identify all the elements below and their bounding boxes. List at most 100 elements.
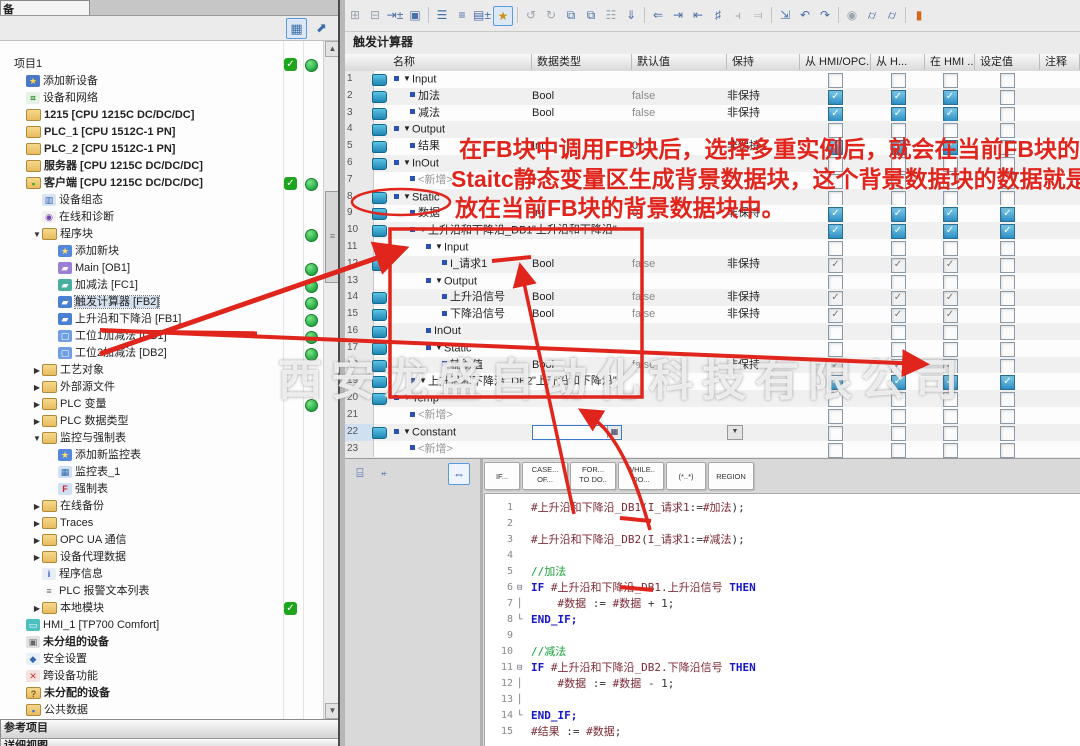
checkbox[interactable] bbox=[891, 191, 906, 206]
compare-online-icon[interactable]: ⌭ bbox=[863, 6, 881, 24]
comment-lines-icon[interactable]: ⫤ bbox=[749, 6, 767, 24]
member-name-cell[interactable]: ▼Static bbox=[388, 189, 538, 206]
add-row-icon[interactable]: ⊟ bbox=[366, 6, 384, 24]
default-value-cell[interactable]: 0 bbox=[632, 205, 727, 222]
chevron-down-icon[interactable]: ▼ bbox=[402, 424, 412, 441]
chevron-right-icon[interactable]: ▶ bbox=[32, 515, 42, 532]
retain-cell[interactable]: 非保持 bbox=[727, 138, 800, 155]
default-value-cell[interactable] bbox=[632, 373, 727, 390]
tree-item[interactable]: ▼程序块 bbox=[0, 226, 338, 243]
comment-cell[interactable] bbox=[1040, 390, 1080, 407]
tree-item[interactable]: ▶PLC 变量 bbox=[0, 396, 338, 413]
checkbox[interactable]: ✓ bbox=[828, 359, 843, 374]
tree-item[interactable]: ≡PLC 报警文本列表 bbox=[0, 583, 338, 600]
comment-cell[interactable] bbox=[1040, 88, 1080, 105]
checkbox[interactable] bbox=[1000, 275, 1015, 290]
table-row[interactable]: 17▼Static bbox=[345, 340, 1080, 358]
tree-item[interactable]: ▰Main [OB1] bbox=[0, 260, 338, 277]
member-name-cell[interactable]: <新增> bbox=[388, 407, 554, 424]
chevron-down-icon[interactable]: ▼ bbox=[402, 189, 412, 206]
tree-item[interactable]: 项目1✓ bbox=[0, 56, 326, 73]
comment-cell[interactable] bbox=[1040, 340, 1080, 357]
checkbox[interactable]: ✓ bbox=[943, 359, 958, 374]
table-row[interactable]: 22▼Constant▦▼ bbox=[345, 424, 1080, 442]
tree-item[interactable]: F强制表 bbox=[0, 481, 338, 498]
checkbox[interactable] bbox=[828, 73, 843, 88]
checkbox[interactable] bbox=[1000, 426, 1015, 441]
chevron-down-icon[interactable]: ▼ bbox=[402, 71, 412, 88]
table-row[interactable]: 11▼Input bbox=[345, 239, 1080, 257]
chevron-right-icon[interactable]: ▶ bbox=[32, 396, 42, 413]
data-type-cell[interactable]: "上升沿和下降沿" bbox=[532, 222, 632, 239]
comment-cell[interactable] bbox=[1040, 407, 1080, 424]
code-line[interactable]: 14└END_IF; bbox=[485, 708, 1080, 724]
checkbox[interactable] bbox=[943, 443, 958, 458]
checkbox[interactable]: ✓ bbox=[943, 140, 958, 155]
retain-cell[interactable]: 非保持 bbox=[727, 105, 800, 122]
comment-cell[interactable] bbox=[1040, 323, 1080, 340]
data-type-cell[interactable] bbox=[532, 155, 632, 172]
checkbox[interactable] bbox=[1000, 107, 1015, 122]
statement-tab[interactable]: (*..*) bbox=[666, 462, 706, 490]
checkbox[interactable] bbox=[828, 443, 843, 458]
checkbox[interactable]: ✓ bbox=[943, 207, 958, 222]
member-name-cell[interactable]: ▼上升沿和下降沿_DB2 bbox=[388, 373, 554, 390]
tree-item[interactable]: ▥设备组态 bbox=[0, 192, 338, 209]
retain-cell[interactable]: 非保持 bbox=[727, 357, 800, 374]
checkbox[interactable]: ✓ bbox=[828, 140, 843, 155]
comment-cell[interactable] bbox=[1040, 71, 1080, 88]
checkbox[interactable] bbox=[943, 275, 958, 290]
retain-cell[interactable] bbox=[727, 390, 800, 407]
chevron-down-icon[interactable]: ▼ bbox=[418, 222, 428, 239]
checkbox[interactable]: ✓ bbox=[828, 90, 843, 105]
code-line[interactable]: 8└END_IF; bbox=[485, 612, 1080, 628]
member-name-cell[interactable]: 数据 bbox=[388, 205, 554, 222]
default-value-cell[interactable] bbox=[632, 172, 727, 189]
checkbox[interactable] bbox=[891, 409, 906, 424]
data-type-cell[interactable]: Bool bbox=[532, 105, 632, 122]
checkbox[interactable] bbox=[891, 426, 906, 441]
retain-cell[interactable] bbox=[727, 373, 800, 390]
checkbox[interactable] bbox=[891, 342, 906, 357]
insert-row-icon[interactable]: ⊞ bbox=[346, 6, 364, 24]
member-name-cell[interactable]: ▼上升沿和下降沿_DB1 bbox=[388, 222, 554, 239]
default-value-cell[interactable] bbox=[632, 424, 727, 441]
protection-icon[interactable]: ▮ bbox=[910, 6, 928, 24]
tree-item[interactable]: ▰触发计算器 [FB2] bbox=[0, 294, 338, 311]
collapse-all-icon[interactable]: ≡ bbox=[453, 6, 471, 24]
copy-snapshot-icon[interactable]: ⧉ bbox=[562, 6, 580, 24]
checkbox[interactable] bbox=[943, 409, 958, 424]
checkbox[interactable] bbox=[828, 157, 843, 172]
chevron-down-icon[interactable]: ▼ bbox=[418, 373, 428, 390]
browse-icon[interactable]: ▦ bbox=[607, 426, 621, 438]
download-icon[interactable]: ⇓ bbox=[622, 6, 640, 24]
chevron-right-icon[interactable]: ▶ bbox=[32, 362, 42, 379]
checkbox[interactable] bbox=[828, 325, 843, 340]
retain-cell[interactable] bbox=[727, 71, 800, 88]
retain-cell[interactable]: 非保持 bbox=[727, 256, 800, 273]
watch-all-icon[interactable]: ★ bbox=[493, 6, 513, 26]
code-line[interactable]: 2 bbox=[485, 516, 1080, 532]
member-name-cell[interactable]: ▼Constant bbox=[388, 424, 538, 441]
checkbox[interactable] bbox=[1000, 123, 1015, 138]
data-type-cell[interactable]: Int bbox=[532, 205, 632, 222]
checkbox[interactable]: ✓ bbox=[828, 258, 843, 273]
table-row[interactable]: 2加法Boolfalse非保持✓✓✓ bbox=[345, 88, 1080, 106]
checkbox[interactable] bbox=[943, 157, 958, 172]
checkbox[interactable]: ✓ bbox=[828, 207, 843, 222]
default-value-cell[interactable]: 0 bbox=[632, 138, 727, 155]
table-row[interactable]: 19▼上升沿和下降沿_DB2"上升沿和下降沿"✓✓✓✓ bbox=[345, 373, 1080, 391]
comment-cell[interactable] bbox=[1040, 441, 1080, 458]
checkbox[interactable] bbox=[1000, 409, 1015, 424]
checkbox[interactable]: ✓ bbox=[943, 375, 958, 390]
checkbox[interactable] bbox=[828, 342, 843, 357]
default-value-cell[interactable]: false bbox=[632, 105, 727, 122]
default-value-cell[interactable] bbox=[632, 121, 727, 138]
tree-item[interactable]: ▶设备代理数据 bbox=[0, 549, 338, 566]
table-row[interactable]: 7<新增> bbox=[345, 172, 1080, 190]
table-row[interactable]: 14上升沿信号Boolfalse非保持✓✓✓ bbox=[345, 289, 1080, 307]
checkbox[interactable] bbox=[1000, 308, 1015, 323]
chevron-right-icon[interactable]: ▶ bbox=[32, 379, 42, 396]
default-value-cell[interactable]: false bbox=[632, 256, 727, 273]
checkbox[interactable]: ✓ bbox=[943, 291, 958, 306]
